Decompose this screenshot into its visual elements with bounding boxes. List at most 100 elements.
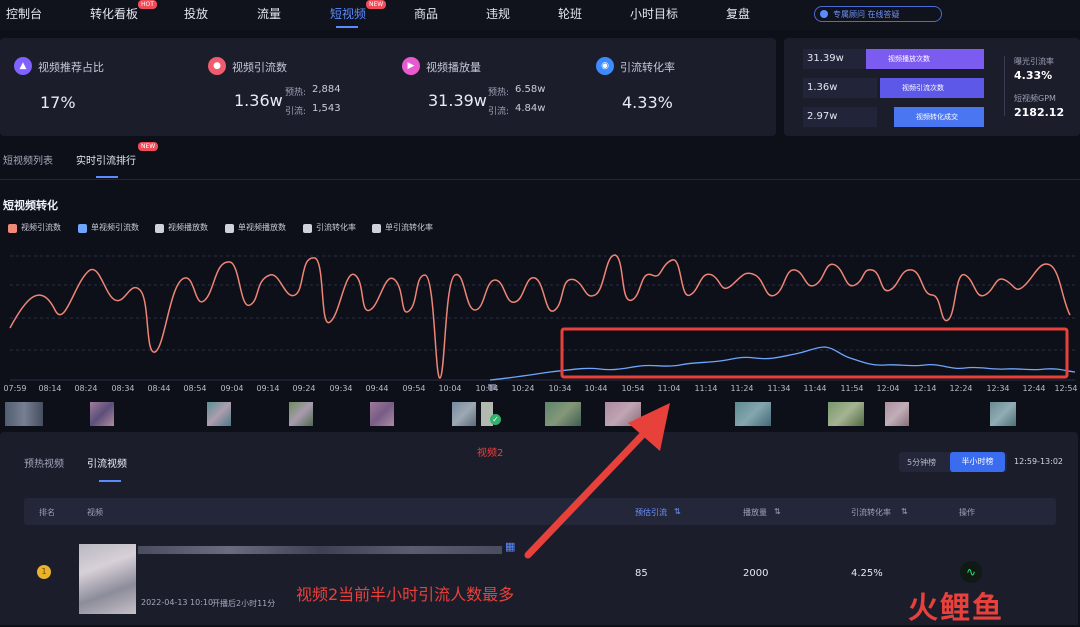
video-thumbnail[interactable] (207, 402, 231, 426)
tab-video-list[interactable]: 短视频列表 (3, 152, 53, 167)
annotation-caption: 视频2当前半小时引流人数最多 (296, 585, 515, 604)
tick-label: 10:14 (475, 384, 499, 393)
cell-est-traffic: 85 (635, 568, 648, 579)
video-thumbnail[interactable] (990, 402, 1016, 426)
funnel-bar-plays: 视频播放次数 (866, 49, 984, 69)
kpi-label-recommend: 视频推荐占比 (38, 61, 104, 74)
legend-label-single-traffic[interactable]: 单视频引流数 (91, 222, 139, 233)
th-action: 操作 (959, 508, 975, 517)
legend-box-plays[interactable] (155, 224, 164, 233)
tick-label: 09:24 (292, 384, 316, 393)
legend-label-single-plays[interactable]: 单视频播放数 (238, 222, 286, 233)
nav-traffic[interactable]: 流量 (257, 5, 281, 22)
kpi-label-traffic: 视频引流数 (232, 61, 287, 74)
legend-label-rate[interactable]: 引流转化率 (316, 222, 356, 233)
legend-label-traffic[interactable]: 视频引流数 (21, 222, 61, 233)
tick-label: 11:34 (767, 384, 791, 393)
tab-realtime-ranking[interactable]: 实时引流排行 (76, 152, 136, 167)
video-after-start: 开播后2小时11分 (212, 599, 276, 608)
tick-label: 11:24 (730, 384, 754, 393)
new-badge: NEW (366, 0, 387, 9)
tick-label: 10:24 (511, 384, 535, 393)
tick-label: 08:14 (38, 384, 62, 393)
video-thumbnail[interactable] (370, 402, 394, 426)
tick-label: 09:44 (365, 384, 389, 393)
nav-products[interactable]: 商品 (414, 5, 438, 22)
video-title-blurred[interactable] (138, 546, 502, 554)
video-thumbnail[interactable] (5, 402, 43, 426)
new-badge-ranking: NEW (138, 142, 159, 151)
kpi-label-conversion: 引流转化率 (620, 61, 675, 74)
tick-label: 12:34 (986, 384, 1010, 393)
legend-box-single-plays[interactable] (225, 224, 234, 233)
tick-label: 07:59 (3, 384, 27, 393)
nav-short-video[interactable]: 短视频 (330, 5, 366, 22)
th-video: 视频 (87, 508, 103, 517)
headset-icon (820, 10, 828, 18)
cell-plays: 2000 (743, 568, 769, 579)
legend-box-single-traffic[interactable] (78, 224, 87, 233)
thumbs-up-icon: ▲ (14, 57, 32, 75)
th-plays[interactable]: 播放量 (743, 507, 767, 518)
user-icon: ● (208, 57, 226, 75)
nav-hourly-target[interactable]: 小时目标 (630, 5, 678, 22)
watermark-logo: 火鲤鱼 (908, 591, 1004, 626)
video-thumbnail[interactable] (90, 402, 114, 426)
legend-label-single-rate[interactable]: 单引流转化率 (385, 222, 433, 233)
legend-box-rate[interactable] (303, 224, 312, 233)
sort-icon[interactable]: ⇅ (901, 507, 908, 516)
nav-conversion-board[interactable]: 转化看板 (90, 5, 138, 22)
btn-30min[interactable]: 半小时榜 (950, 452, 1005, 472)
tick-label: 09:34 (329, 384, 353, 393)
kpi-sub-label-diversion-plays: 引流: (488, 107, 510, 117)
nav-active-indicator (336, 26, 358, 28)
tick-label: 09:54 (402, 384, 426, 393)
kpi-value-traffic: 1.36w (234, 91, 283, 110)
th-conversion[interactable]: 引流转化率 (851, 507, 891, 518)
tab-diversion-videos[interactable]: 引流视频 (87, 455, 127, 470)
video-thumbnail[interactable] (828, 402, 864, 426)
tick-label: 12:24 (949, 384, 973, 393)
consultant-pill[interactable]: 专属顾问 在线答疑 (814, 6, 942, 22)
legend-box-traffic[interactable] (8, 224, 17, 233)
funnel-stat2-value: 2182.12 (1014, 106, 1065, 119)
video-thumbnail[interactable] (452, 402, 476, 426)
people-icon: ◉ (596, 57, 614, 75)
tick-label: 11:04 (657, 384, 681, 393)
legend-label-plays[interactable]: 视频播放数 (168, 222, 208, 233)
video-thumbnail[interactable] (885, 402, 909, 426)
nav-ads[interactable]: 投放 (184, 5, 208, 22)
nav-review[interactable]: 复盘 (726, 5, 750, 22)
funnel-divider (1004, 56, 1005, 116)
tick-label: 11:44 (803, 384, 827, 393)
tick-label: 11:14 (694, 384, 718, 393)
bottom-tab-active-indicator (99, 480, 121, 482)
funnel-stat1-value: 4.33% (1014, 69, 1053, 82)
funnel-value-deals: 2.97w (803, 107, 877, 127)
video-thumbnail[interactable] (289, 402, 313, 426)
conversion-chart (9, 254, 1076, 390)
tick-label: 12:04 (876, 384, 900, 393)
tick-label: 08:44 (147, 384, 171, 393)
video2-annotation: 视频2 (477, 448, 504, 459)
sort-icon[interactable]: ⇅ (774, 507, 781, 516)
video-cover[interactable] (79, 544, 136, 614)
funnel-label-plays: 视频播放次数 (888, 55, 930, 63)
tick-label: 09:14 (256, 384, 280, 393)
series-line-traffic (9, 254, 1071, 379)
kpi-label-plays: 视频播放量 (426, 61, 481, 74)
legend-box-single-rate[interactable] (372, 224, 381, 233)
tick-label: 08:54 (183, 384, 207, 393)
kpi-sub-value-diversion: 1,543 (312, 103, 341, 114)
btn-5min[interactable]: 5分钟榜 (907, 457, 936, 468)
medal-icon: 1 (37, 565, 51, 579)
nav-console[interactable]: 控制台 (6, 5, 42, 22)
video-thumbnail[interactable] (735, 402, 771, 426)
nav-violations[interactable]: 违规 (486, 5, 510, 22)
tab-preheat-videos[interactable]: 预热视频 (24, 455, 64, 470)
nav-shifts[interactable]: 轮班 (558, 5, 582, 22)
funnel-bar-traffic: 视频引流次数 (880, 78, 984, 98)
funnel-bar-deals: 视频转化成交 (894, 107, 984, 127)
subtab-divider (0, 179, 1080, 180)
trend-icon[interactable]: ∿ (960, 561, 982, 583)
